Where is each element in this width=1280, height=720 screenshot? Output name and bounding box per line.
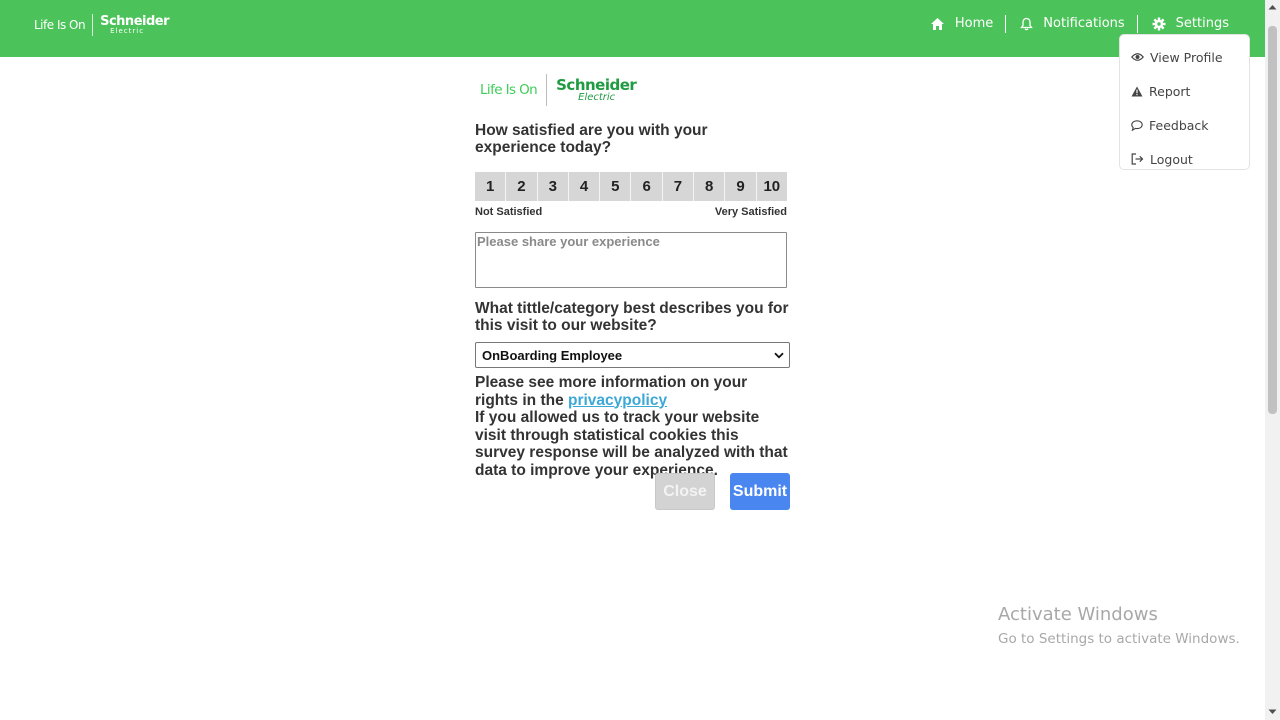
category-select[interactable]: OnBoarding Employee <box>475 342 790 368</box>
satisfaction-scale: 1 2 3 4 5 6 7 8 9 10 <box>475 172 787 201</box>
survey-logo-name-block: Schneider Electric <box>556 75 637 103</box>
brand-name-block: Schneider Electric <box>100 15 169 35</box>
category-selected-value: OnBoarding Employee <box>482 347 623 363</box>
nav-notifications-label: Notifications <box>1043 16 1125 31</box>
page-scrollbar[interactable] <box>1265 0 1280 720</box>
privacy-info: Please see more information on your righ… <box>475 374 791 479</box>
survey-logo: Life Is On Schneider Electric <box>480 73 791 107</box>
survey-logo-sub: Electric <box>578 91 616 103</box>
brand-divider <box>92 14 94 36</box>
privacy-policy-link[interactable]: privacypolicy <box>568 392 667 409</box>
nav-settings[interactable]: Settings <box>1152 16 1229 31</box>
watermark-title: Activate Windows <box>998 604 1158 625</box>
survey-logo-tagline: Life Is On <box>480 82 538 98</box>
menu-item-report[interactable]: Report <box>1120 74 1249 108</box>
scale-option-5[interactable]: 5 <box>600 172 632 201</box>
satisfaction-survey: Life Is On Schneider Electric How satisf… <box>475 73 791 510</box>
survey-logo-name: Schneider <box>556 75 637 94</box>
survey-logo-divider <box>546 74 548 106</box>
menu-item-label: Feedback <box>1149 117 1209 133</box>
scale-high-label: Very Satisfied <box>714 206 787 218</box>
activate-windows-watermark: Activate Windows Go to Settings to activ… <box>998 604 1240 647</box>
settings-dropdown-menu: View Profile Report Feedback Logout <box>1119 34 1250 170</box>
scale-option-2[interactable]: 2 <box>506 172 538 201</box>
nav-divider <box>1005 14 1007 33</box>
menu-item-logout[interactable]: Logout <box>1120 142 1249 176</box>
scale-option-10[interactable]: 10 <box>756 172 787 201</box>
close-button[interactable]: Close <box>655 473 715 510</box>
category-question: What tittle/category best describes you … <box>475 300 789 334</box>
watermark-subtitle: Go to Settings to activate Windows. <box>998 631 1240 647</box>
experience-textarea[interactable] <box>475 232 787 288</box>
menu-item-view-profile[interactable]: View Profile <box>1120 40 1249 74</box>
logout-icon <box>1131 153 1144 165</box>
bell-icon <box>1020 17 1034 30</box>
scale-option-8[interactable]: 8 <box>694 172 726 201</box>
warning-icon <box>1131 86 1143 96</box>
nav-divider <box>1136 14 1138 33</box>
scale-labels: Not Satisfied Very Satisfied <box>475 206 787 218</box>
scrollbar-thumb[interactable] <box>1268 26 1277 414</box>
survey-actions: Close Submit <box>655 473 790 510</box>
menu-item-feedback[interactable]: Feedback <box>1120 108 1249 142</box>
scale-option-1[interactable]: 1 <box>475 172 507 201</box>
menu-item-label: Logout <box>1150 151 1193 167</box>
scale-option-6[interactable]: 6 <box>631 172 663 201</box>
nav-home-label: Home <box>954 16 994 31</box>
brand-logo[interactable]: Life Is On Schneider Electric <box>34 13 169 37</box>
scale-option-7[interactable]: 7 <box>662 172 695 201</box>
submit-button[interactable]: Submit <box>730 473 790 510</box>
nav-settings-label: Settings <box>1175 16 1229 31</box>
scroll-up-arrow-icon[interactable] <box>1268 4 1277 10</box>
brand-tagline: Life Is On <box>34 18 86 32</box>
scale-option-9[interactable]: 9 <box>725 172 757 201</box>
top-navbar: Life Is On Schneider Electric Home Notif… <box>0 0 1265 57</box>
menu-item-label: Report <box>1149 83 1191 99</box>
nav-home[interactable]: Home <box>930 16 993 31</box>
chat-bubble-icon <box>1131 119 1143 131</box>
scale-low-label: Not Satisfied <box>475 206 543 218</box>
chevron-down-icon <box>774 352 784 359</box>
home-icon <box>930 17 944 30</box>
menu-item-label: View Profile <box>1150 49 1223 65</box>
nav-notifications[interactable]: Notifications <box>1020 16 1125 31</box>
satisfaction-question: How satisfied are you with your experien… <box>475 122 708 156</box>
tracking-text: If you allowed us to track your website … <box>475 409 788 479</box>
brand-sub: Electric <box>110 27 145 35</box>
scroll-down-arrow-icon[interactable] <box>1268 709 1277 715</box>
gear-icon <box>1152 17 1166 30</box>
scale-option-3[interactable]: 3 <box>537 172 569 201</box>
eye-icon <box>1131 53 1144 61</box>
scale-option-4[interactable]: 4 <box>568 172 601 201</box>
